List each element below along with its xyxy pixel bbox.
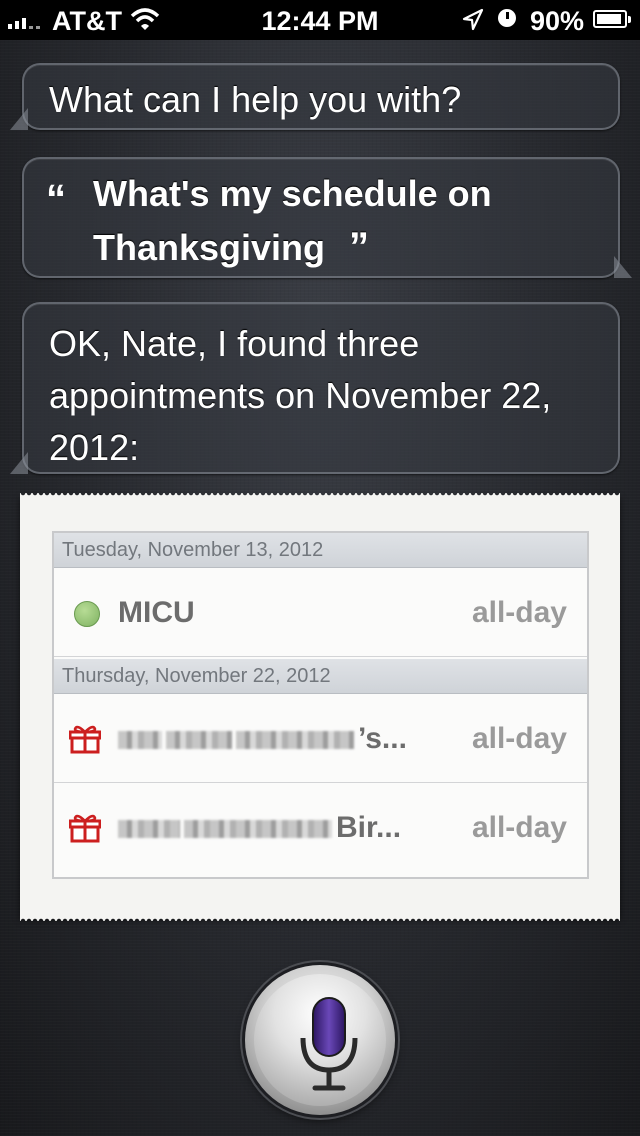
calendar-event-row[interactable]: MICU all-day: [54, 568, 587, 657]
event-time: all-day: [471, 596, 567, 629]
battery-percent: 90%: [530, 6, 585, 36]
event-title-suffix: ’s...: [358, 722, 407, 755]
status-bar: AT&T 12:44 PM 90%: [0, 0, 640, 40]
event-time: all-day: [471, 722, 567, 755]
user-query-text: Thanksgiving: [93, 227, 326, 268]
calendar-dot-icon: [74, 601, 100, 627]
gift-icon: [68, 724, 102, 754]
event-title: MICU: [118, 596, 195, 629]
day-header: Thursday, November 22, 2012: [54, 659, 587, 694]
siri-mic-button[interactable]: [245, 965, 395, 1115]
alarm-icon: [498, 9, 516, 27]
event-title: Bir...: [118, 811, 401, 845]
siri-prompt-bubble: What can I help you with?: [10, 63, 620, 130]
calendar-card: Tuesday, November 13, 2012 MICU all-day …: [20, 493, 620, 918]
event-title: ’s...: [118, 722, 407, 756]
close-quote-icon: ”: [349, 225, 370, 269]
calendar-event-row[interactable]: Bir... all-day: [54, 783, 587, 871]
location-icon: [462, 8, 484, 39]
day-header: Tuesday, November 13, 2012: [54, 533, 587, 568]
siri-response-text: OK, Nate, I found three appointments on …: [49, 323, 552, 468]
battery-icon: [593, 10, 631, 28]
user-query-line-2: Thanksgiving ”: [93, 225, 369, 270]
user-query-line-1: What's my schedule on: [93, 173, 492, 214]
user-query-bubble[interactable]: “ What's my schedule on Thanksgiving ”: [22, 157, 632, 278]
siri-prompt-text: What can I help you with?: [49, 79, 462, 120]
calendar-list: Tuesday, November 13, 2012 MICU all-day …: [52, 531, 589, 879]
gift-icon: [68, 813, 102, 843]
event-time: all-day: [471, 811, 567, 844]
siri-response-bubble: OK, Nate, I found three appointments on …: [10, 302, 620, 474]
open-quote-icon: “: [46, 177, 66, 221]
event-title-suffix: Bir...: [336, 811, 402, 844]
microphone-icon: [289, 990, 369, 1100]
calendar-event-row[interactable]: ’s... all-day: [54, 694, 587, 783]
